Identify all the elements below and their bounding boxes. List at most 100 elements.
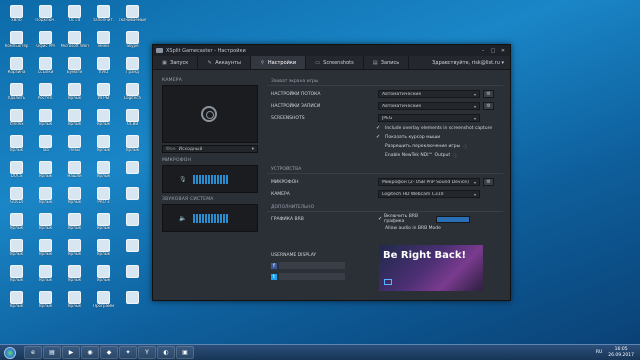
desktop-icon[interactable]: xBrib <box>2 2 31 28</box>
desktop-icon[interactable]: Ярлык <box>60 288 89 314</box>
desktop-icon[interactable]: Ярлык <box>31 158 60 184</box>
tab-screenshots[interactable]: ▭ Screenshots <box>306 56 364 69</box>
game-icon[interactable]: ✦ <box>119 346 137 359</box>
desktop-icon[interactable]: Ярлык <box>31 106 60 132</box>
desktop-icon[interactable]: Ярлык <box>60 210 89 236</box>
desktop-icon[interactable]: Microsoft Word <box>60 28 89 54</box>
desktop-icon[interactable]: Офис PM <box>31 28 60 54</box>
overlay-in-screenshot-checkbox[interactable]: ✓ Include overlay elements in screenshot … <box>267 124 503 133</box>
desktop-icon[interactable]: Корзина <box>2 54 31 80</box>
desktop-icon[interactable]: Ярлык <box>31 210 60 236</box>
desktop-icon[interactable]: Skype <box>118 28 147 54</box>
ie-icon[interactable]: e <box>24 346 42 359</box>
desktop-icon[interactable]: Logitech <box>118 80 147 106</box>
desktop-icon[interactable]: Ярлык <box>2 236 31 262</box>
tab-record[interactable]: ▤ Запись <box>364 56 410 69</box>
screenshots-format-dropdown[interactable]: JPEG ▾ <box>378 114 480 122</box>
desktop-icon[interactable]: Ярлык <box>31 184 60 210</box>
desktop-icon[interactable]: Ярлык <box>89 158 118 184</box>
desktop-icon[interactable]: Ярлык <box>2 262 31 288</box>
desktop-icon[interactable] <box>118 184 147 210</box>
desktop-icon[interactable]: Ярлык <box>31 262 60 288</box>
desktop-icon[interactable]: Программ <box>89 288 118 314</box>
desktop-icon[interactable] <box>118 158 147 184</box>
title-bar[interactable]: XSplit Gamecaster - Настройки – □ ✕ <box>153 45 510 56</box>
desktop-icon[interactable]: DOCS <box>2 158 31 184</box>
desktop-icon[interactable]: Ярлык <box>60 184 89 210</box>
desktop-icon[interactable]: Tab <box>31 132 60 158</box>
desktop-icon[interactable]: Ростел. <box>31 80 60 106</box>
twitter-field[interactable] <box>279 273 345 280</box>
desktop-icon[interactable]: Ос cd <box>60 2 89 28</box>
show-cursor-checkbox[interactable]: ✓ Показать курсор мыши <box>267 133 503 142</box>
desktop-icon[interactable]: PRO 3 <box>89 184 118 210</box>
desktop-icon[interactable]: Yandex <box>2 106 31 132</box>
desktop-icon[interactable]: Лёвы <box>60 132 89 158</box>
desktop-icon[interactable]: Ярлык <box>118 132 147 158</box>
desktop-icon[interactable]: Ярлык <box>89 132 118 158</box>
desktop-icon[interactable]: скачиваемые <box>118 2 147 28</box>
media-player-icon[interactable]: ▶ <box>62 346 80 359</box>
account-menu[interactable]: Здравствуйте, risk@list.ru ▾ <box>432 56 510 69</box>
desktop-icon[interactable]: Ярлык <box>60 80 89 106</box>
desktop-icon[interactable]: Удалить <box>2 80 31 106</box>
stream-settings-gear-button[interactable]: ⚙ <box>483 90 494 98</box>
desktop-icon[interactable]: Ярлык <box>89 106 118 132</box>
chrome-icon[interactable]: ◉ <box>81 346 99 359</box>
desktop-icon[interactable]: GOLDI <box>2 184 31 210</box>
desktop-icon[interactable]: Ярлык <box>31 288 60 314</box>
desktop-icon[interactable]: Ярлык <box>2 132 31 158</box>
desktop-icon[interactable]: Нашли <box>60 158 89 184</box>
app-icon[interactable]: ◐ <box>157 346 175 359</box>
desktop-icon[interactable]: Бумаги <box>60 54 89 80</box>
brb-toggle[interactable] <box>436 215 470 223</box>
desktop-icon[interactable]: Ярлык <box>89 262 118 288</box>
desktop-icon[interactable]: Подключ. <box>31 2 60 28</box>
ndi-output-checkbox[interactable]: Enable NewTek NDI™ Output ⓘ <box>267 151 503 160</box>
brb-enable-checkbox[interactable]: Включить BRB графика <box>384 214 436 224</box>
desktop-icon[interactable]: UCBB <box>118 106 147 132</box>
desktop-icon[interactable]: заполнит. <box>89 2 118 28</box>
desktop-icon[interactable]: XVID <box>89 54 118 80</box>
explorer-icon[interactable]: ▤ <box>43 346 61 359</box>
facebook-row[interactable]: f <box>271 261 345 270</box>
desktop-icon[interactable]: ИГРЫ <box>89 80 118 106</box>
minimize-button[interactable]: – <box>479 47 487 54</box>
desktop-icon[interactable]: Ярлык <box>60 106 89 132</box>
tab-accounts[interactable]: ✎ Аккаунты <box>198 56 251 69</box>
tab-launch[interactable]: ▣ Запуск <box>153 56 199 69</box>
desktop-icon[interactable] <box>118 210 147 236</box>
close-button[interactable]: ✕ <box>499 47 507 54</box>
start-button[interactable] <box>4 346 16 359</box>
brb-audio-checkbox[interactable]: Allow audio in BRB Mode <box>267 224 503 233</box>
desktop-icon[interactable]: Ярлык <box>60 262 89 288</box>
desktop-icon[interactable] <box>118 288 147 314</box>
xsplit-icon[interactable]: ▣ <box>176 346 194 359</box>
record-settings-gear-button[interactable]: ⚙ <box>483 102 494 110</box>
desktop-icon[interactable]: мини <box>89 28 118 54</box>
clock[interactable]: 16:05 26.09.2017 <box>608 347 634 358</box>
facebook-field[interactable] <box>279 262 345 269</box>
stream-settings-dropdown[interactable]: Автоматические ▾ <box>378 90 480 98</box>
desktop-icon[interactable]: Ярлык <box>89 210 118 236</box>
language-indicator[interactable]: RU <box>596 350 602 355</box>
desktop-icon[interactable]: Компьютер <box>2 28 31 54</box>
app-icon[interactable]: ◆ <box>100 346 118 359</box>
tab-settings[interactable]: ⚲ Настройки <box>250 56 307 69</box>
desktop-icon[interactable]: Ярлык <box>2 210 31 236</box>
yandex-icon[interactable]: Y <box>138 346 156 359</box>
desktop-icon[interactable] <box>118 262 147 288</box>
microphone-dropdown[interactable]: Микрофон (2- USB PnP Sound Device) ▾ <box>378 178 480 186</box>
maximize-button[interactable]: □ <box>489 47 497 54</box>
microphone-gear-button[interactable]: ⚙ <box>483 178 494 186</box>
desktop-icon[interactable] <box>118 236 147 262</box>
camera-dropdown[interactable]: Logitech HD Webcam C310 ▾ <box>378 190 480 198</box>
twitter-row[interactable]: t <box>271 272 345 281</box>
allow-game-switch-checkbox[interactable]: Разрешить переключение игры ⓘ <box>267 142 503 151</box>
desktop-icon[interactable]: Ссылки <box>31 54 60 80</box>
desktop-icon[interactable]: Гранд <box>118 54 147 80</box>
desktop-icon[interactable]: Ярлык <box>2 288 31 314</box>
desktop-icon[interactable]: Ярлык <box>31 236 60 262</box>
record-settings-dropdown[interactable]: Автоматические ▾ <box>378 102 480 110</box>
background-select[interactable]: Фон Исходный ▾ <box>162 145 258 153</box>
